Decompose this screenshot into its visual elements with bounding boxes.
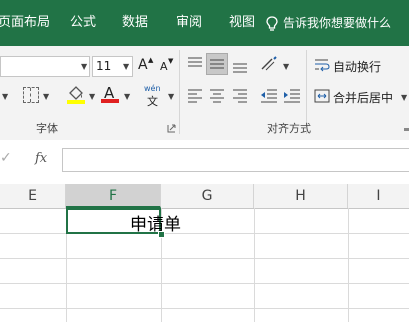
merge-center-button[interactable]: 合并后居中 ▼ [314,87,409,107]
font-size-combobox[interactable]: 11 ▼ [92,56,133,77]
dialog-launcher-icon[interactable] [167,124,176,133]
chevron-down-icon[interactable]: ▼ [43,92,49,101]
chevron-down-icon[interactable]: ▼ [124,92,130,101]
chevron-down-icon[interactable]: ▼ [81,62,87,71]
shrink-font-label: A [160,60,168,73]
formula-input[interactable] [62,148,409,172]
phonetic-char: 文 [147,95,158,108]
align-center-icon[interactable] [208,87,226,103]
wrap-text-label: 自动换行 [333,60,382,74]
group-separator [179,50,180,134]
enter-icon[interactable]: ✓ [0,150,12,166]
chevron-down-icon[interactable]: ▼ [168,92,174,101]
cell-text: 申请单 [130,215,181,235]
align-middle-icon [210,59,224,69]
merge-center-label: 合并后居中 [333,91,394,105]
increase-indent-icon[interactable] [282,87,302,103]
align-top-icon[interactable] [186,55,204,71]
column-header-h[interactable]: H [254,184,348,208]
chevron-down-icon[interactable]: ▼ [401,93,407,102]
chevron-down-icon[interactable]: ▼ [89,92,95,101]
font-name-combobox[interactable]: ▼ [0,56,90,77]
column-header-g[interactable]: G [161,184,254,208]
group-edge-marker [404,128,409,131]
tab-data[interactable]: 数据 [122,0,148,46]
insert-function-icon[interactable]: fx [35,151,47,166]
font-color-button[interactable]: A [101,84,121,104]
chevron-down-icon[interactable]: ▼ [2,92,8,101]
align-bottom-icon[interactable] [231,57,249,75]
column-header-f[interactable]: F [66,184,161,208]
wrap-text-icon [315,59,330,72]
tab-review[interactable]: 审阅 [176,0,202,46]
fill-handle[interactable] [158,231,165,238]
merge-center-icon [314,89,330,103]
shrink-font-button[interactable]: A ▼ [160,57,176,78]
border-grid-icon [30,88,31,102]
font-size-value: 11 [96,59,112,73]
phonetic-guide-button[interactable]: wén 文 [143,84,165,108]
chevron-down-icon[interactable]: ▼ [123,62,129,71]
caret-down-icon: ▼ [168,57,174,65]
fill-color-icon[interactable] [66,85,86,105]
font-group-label: 字体 [36,122,58,135]
tab-page-layout[interactable]: 页面布局 [0,0,50,46]
grow-font-button[interactable]: A ▲ [138,56,154,77]
align-middle-button[interactable] [206,53,228,75]
tab-formulas[interactable]: 公式 [70,0,96,46]
column-gridline [348,208,349,322]
lightbulb-icon [266,16,278,31]
tell-me-search[interactable]: 告诉我你想要做什么 [283,0,391,46]
column-gridline [254,208,255,322]
align-right-icon[interactable] [231,87,249,103]
borders-button[interactable] [23,87,39,103]
alignment-group-label: 对齐方式 [267,122,311,135]
grow-font-label: A [138,57,148,73]
orientation-icon[interactable] [260,55,280,73]
decrease-indent-icon[interactable] [259,87,279,103]
ribbon-tab-bar: 页面布局 公式 数据 审阅 视图 告诉我你想要做什么 [0,0,409,46]
font-color-swatch [101,99,119,103]
tab-view[interactable]: 视图 [229,0,255,46]
column-header-i[interactable]: I [348,184,409,208]
phonetic-pinyin: wén [144,84,161,93]
column-header-e[interactable]: E [0,184,66,208]
wrap-text-button[interactable]: 自动换行 [314,56,404,76]
caret-up-icon: ▲ [148,56,154,64]
align-left-icon[interactable] [186,87,204,103]
chevron-down-icon[interactable]: ▼ [283,62,289,71]
